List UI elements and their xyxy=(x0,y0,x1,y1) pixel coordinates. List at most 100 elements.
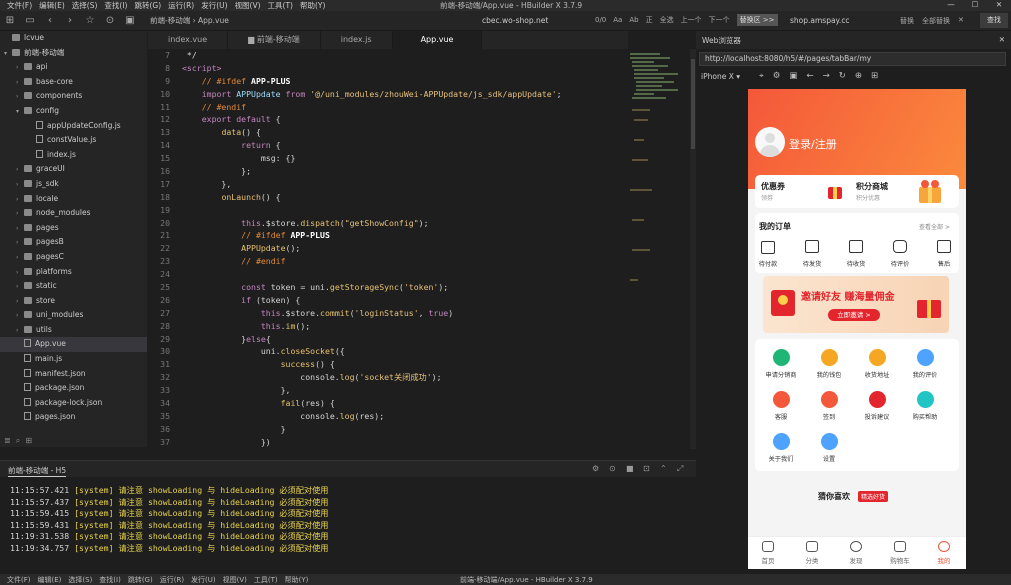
code-line[interactable]: 26 if (token) { xyxy=(148,294,626,307)
tree-folder[interactable]: › base-core xyxy=(0,75,147,90)
complaint-label[interactable]: 投诉建议 xyxy=(853,412,901,421)
menu-find[interactable]: 查找(I) xyxy=(104,0,127,11)
code-line[interactable]: 31 success() { xyxy=(148,358,626,371)
tree-file[interactable]: main.js xyxy=(0,352,147,367)
code-line[interactable]: 15 msg: {} xyxy=(148,152,626,165)
chevron-right-icon[interactable]: › xyxy=(16,193,24,208)
minimap[interactable] xyxy=(628,49,690,449)
apply-distributor-label[interactable]: 申请分销商 xyxy=(757,370,805,379)
tree-folder[interactable]: › graceUI xyxy=(0,162,147,177)
menu-run[interactable]: 运行(R) xyxy=(168,0,194,11)
help-icon[interactable] xyxy=(917,391,934,408)
code-line[interactable]: 10 import APPUpdate from '@/uni_modules/… xyxy=(148,88,626,101)
refresh-icon[interactable]: ↻ xyxy=(839,71,846,81)
settings-icon[interactable]: ⚙ xyxy=(592,464,599,473)
avatar[interactable] xyxy=(755,127,785,157)
taskbar-goto[interactable]: 跳转(G) xyxy=(128,575,153,585)
review-label[interactable]: 我的评价 xyxy=(901,370,949,379)
code-line[interactable]: 12 export default { xyxy=(148,113,626,126)
open-icon[interactable]: ⊡ xyxy=(643,464,650,473)
code-line[interactable]: 36 } xyxy=(148,423,626,436)
maximize-panel-icon[interactable]: ⤢ xyxy=(677,464,683,474)
code-line[interactable]: 32 console.log('socket关闭成功'); xyxy=(148,371,626,384)
taskbar-file[interactable]: 文件(F) xyxy=(7,575,31,585)
replace-field-toggle[interactable]: 替换区 >> xyxy=(736,14,778,26)
back-icon[interactable]: ‹ xyxy=(40,15,60,26)
coupon-title[interactable]: 优惠券 xyxy=(761,181,785,192)
select-all-button[interactable]: 全选 xyxy=(660,15,674,25)
taskbar-publish[interactable]: 发行(U) xyxy=(191,575,216,585)
menu-edit[interactable]: 编辑(E) xyxy=(39,0,65,11)
minimize-button[interactable]: — xyxy=(939,0,963,9)
code-line[interactable]: 24 xyxy=(148,268,626,281)
tabbar-discover[interactable]: 发现 xyxy=(836,541,876,565)
collapse-icon[interactable]: ▣ xyxy=(120,15,140,26)
tree-file[interactable]: package-lock.json xyxy=(0,396,147,411)
customer-service-icon[interactable] xyxy=(773,391,790,408)
chevron-right-icon[interactable]: › xyxy=(16,251,24,266)
pending-receipt-label[interactable]: 待收货 xyxy=(839,259,873,268)
login-link[interactable]: 登录/注册 xyxy=(789,136,837,152)
run-icon[interactable]: ⊙ xyxy=(100,15,120,26)
console-tab[interactable]: 前端-移动端 - H5 xyxy=(8,465,67,477)
tree-folder[interactable]: › utils xyxy=(0,323,147,338)
taskbar-find[interactable]: 查找(I) xyxy=(99,575,121,585)
checkin-label[interactable]: 签到 xyxy=(805,412,853,421)
chevron-right-icon[interactable]: › xyxy=(16,236,24,251)
tree-folder[interactable]: ▾ config xyxy=(0,104,147,119)
about-label[interactable]: 关于我们 xyxy=(757,454,805,463)
about-icon[interactable] xyxy=(773,433,790,450)
minimize-panel-icon[interactable]: ⌃ xyxy=(660,464,667,473)
tree-folder[interactable]: › js_sdk xyxy=(0,177,147,192)
regex-toggle[interactable]: 正 xyxy=(646,15,653,25)
code-line[interactable]: 33 }, xyxy=(148,384,626,397)
star-icon[interactable]: ☆ xyxy=(80,15,100,26)
package-icon[interactable] xyxy=(805,240,819,253)
points-mall-title[interactable]: 积分商城 xyxy=(856,181,888,192)
grid-icon[interactable]: ⊞ xyxy=(25,436,32,445)
code-line[interactable]: 21 // #ifdef APP-PLUS xyxy=(148,229,626,242)
code-line[interactable]: 8 <script> xyxy=(148,62,626,75)
menu-publish[interactable]: 发行(U) xyxy=(201,0,227,11)
code-line[interactable]: 11 // #endif xyxy=(148,101,626,114)
search-icon[interactable]: ⌕ xyxy=(16,436,20,445)
breadcrumb-file[interactable]: App.vue xyxy=(198,16,229,25)
code-line[interactable]: 23 // #endif xyxy=(148,255,626,268)
chevron-down-icon[interactable]: ▾ xyxy=(4,47,12,62)
tree-folder[interactable]: › uni_modules xyxy=(0,308,147,323)
code-line[interactable]: 30 uni.closeSocket({ xyxy=(148,345,626,358)
pending-payment-label[interactable]: 待付款 xyxy=(751,259,785,268)
tabbar-mine[interactable]: 我的 xyxy=(924,541,964,565)
find-prev-button[interactable]: 上一个 xyxy=(681,15,702,25)
code-line[interactable]: 16 }; xyxy=(148,165,626,178)
checkin-icon[interactable] xyxy=(821,391,838,408)
device-select[interactable]: iPhone X ▾ xyxy=(701,72,740,81)
taskbar-select[interactable]: 选择(S) xyxy=(68,575,92,585)
taskbar-view[interactable]: 视图(V) xyxy=(223,575,247,585)
code-line[interactable]: 9 // #ifdef APP-PLUS xyxy=(148,75,626,88)
chevron-right-icon[interactable]: › xyxy=(16,222,24,237)
taskbar-tools[interactable]: 工具(T) xyxy=(254,575,278,585)
review-icon[interactable] xyxy=(917,349,934,366)
chevron-right-icon[interactable]: › xyxy=(16,295,24,310)
code-line[interactable]: 28 this.im(); xyxy=(148,320,626,333)
tree-file[interactable]: manifest.json xyxy=(0,367,147,382)
tabbar-category[interactable]: 分类 xyxy=(792,541,832,565)
code-line[interactable]: 18 onLaunch() { xyxy=(148,191,626,204)
help-label[interactable]: 购买帮助 xyxy=(901,412,949,421)
return-icon[interactable] xyxy=(937,240,951,253)
taskbar-edit[interactable]: 编辑(E) xyxy=(38,575,62,585)
chevron-right-icon[interactable]: › xyxy=(16,178,24,193)
tree-file[interactable]: package.json xyxy=(0,381,147,396)
replace-text[interactable]: shop.amspay.cc xyxy=(790,16,850,25)
forward-icon[interactable]: › xyxy=(60,15,80,26)
tree-folder[interactable]: › locale xyxy=(0,192,147,207)
code-line[interactable]: 34 fail(res) { xyxy=(148,397,626,410)
match-case-toggle[interactable]: Aa xyxy=(613,16,622,24)
customer-service-label[interactable]: 客服 xyxy=(757,412,805,421)
chevron-right-icon[interactable]: › xyxy=(16,76,24,91)
clear-icon[interactable]: ■ xyxy=(626,464,634,473)
pending-shipment-label[interactable]: 待发货 xyxy=(795,259,829,268)
search-text[interactable]: cbec.wo-shop.net xyxy=(482,16,548,25)
qrcode-icon[interactable]: ⊞ xyxy=(871,71,878,81)
